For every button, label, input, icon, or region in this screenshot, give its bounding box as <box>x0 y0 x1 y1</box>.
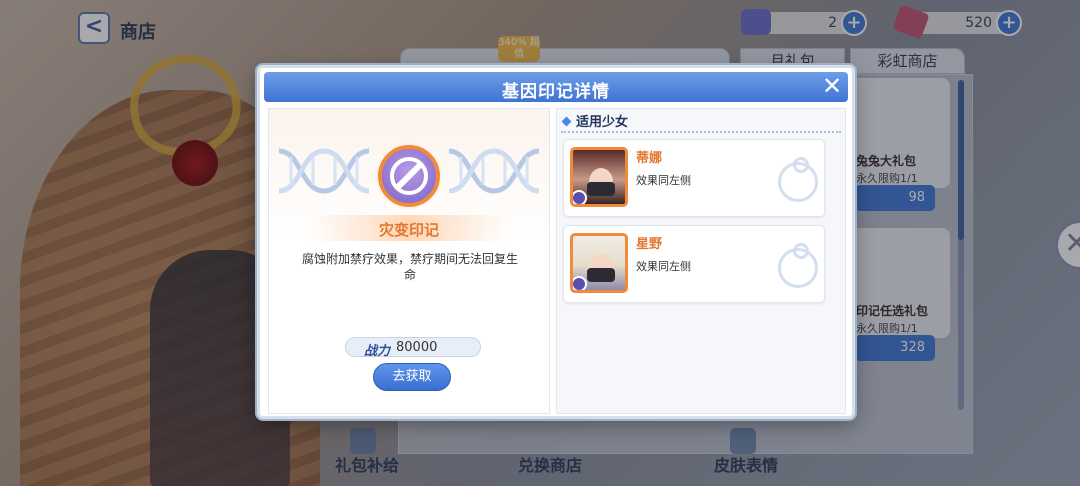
mark-description: 腐蚀附加禁疗效果，禁疗期间无法回复生命 <box>301 252 518 282</box>
power-label: 战力 <box>364 344 391 359</box>
mark-name-banner: 灾变印记 <box>309 215 509 241</box>
mark-name: 灾变印记 <box>378 221 439 239</box>
dialog-title: 基因印记详情 <box>502 82 610 102</box>
gene-decoration-icon <box>778 243 818 288</box>
element-badge-icon <box>573 190 587 204</box>
diamond-icon <box>561 116 572 127</box>
element-badge-icon <box>573 276 587 290</box>
girl-name: 蒂娜 <box>636 151 663 166</box>
close-button[interactable]: ✕ <box>820 74 844 99</box>
divider <box>561 131 841 133</box>
power-display: 战力 80000 <box>345 337 481 359</box>
girl-portrait <box>570 233 628 293</box>
girl-effect: 效果同左侧 <box>636 260 691 273</box>
girl-card[interactable]: 蒂娜 效果同左侧 <box>563 139 825 217</box>
mark-detail-panel: 灾变印记 腐蚀附加禁疗效果，禁疗期间无法回复生命 战力 80000 去获取 <box>268 108 550 414</box>
girl-card[interactable]: 星野 效果同左侧 <box>563 225 825 303</box>
applicable-girls-panel: 适用少女 蒂娜 效果同左侧 星野 效果同左侧 <box>556 108 846 414</box>
girl-effect: 效果同左侧 <box>636 174 691 187</box>
dialog-header: 基因印记详情 ✕ <box>264 72 848 102</box>
dna-right-icon <box>449 148 539 194</box>
girl-portrait <box>570 147 628 207</box>
power-value: 80000 <box>396 340 438 355</box>
gene-decoration-icon <box>778 157 818 202</box>
dna-left-icon <box>279 148 369 194</box>
section-header: 适用少女 <box>561 111 629 130</box>
go-obtain-button[interactable]: 去获取 <box>373 363 451 391</box>
catastrophe-mark-icon <box>378 145 440 207</box>
section-header-label: 适用少女 <box>576 115 629 130</box>
gene-mark-detail-dialog: 基因印记详情 ✕ 灾变印记 腐蚀附加禁疗效果，禁疗期间无法回复生命 战力 800… <box>257 65 855 419</box>
girl-name: 星野 <box>636 237 663 252</box>
